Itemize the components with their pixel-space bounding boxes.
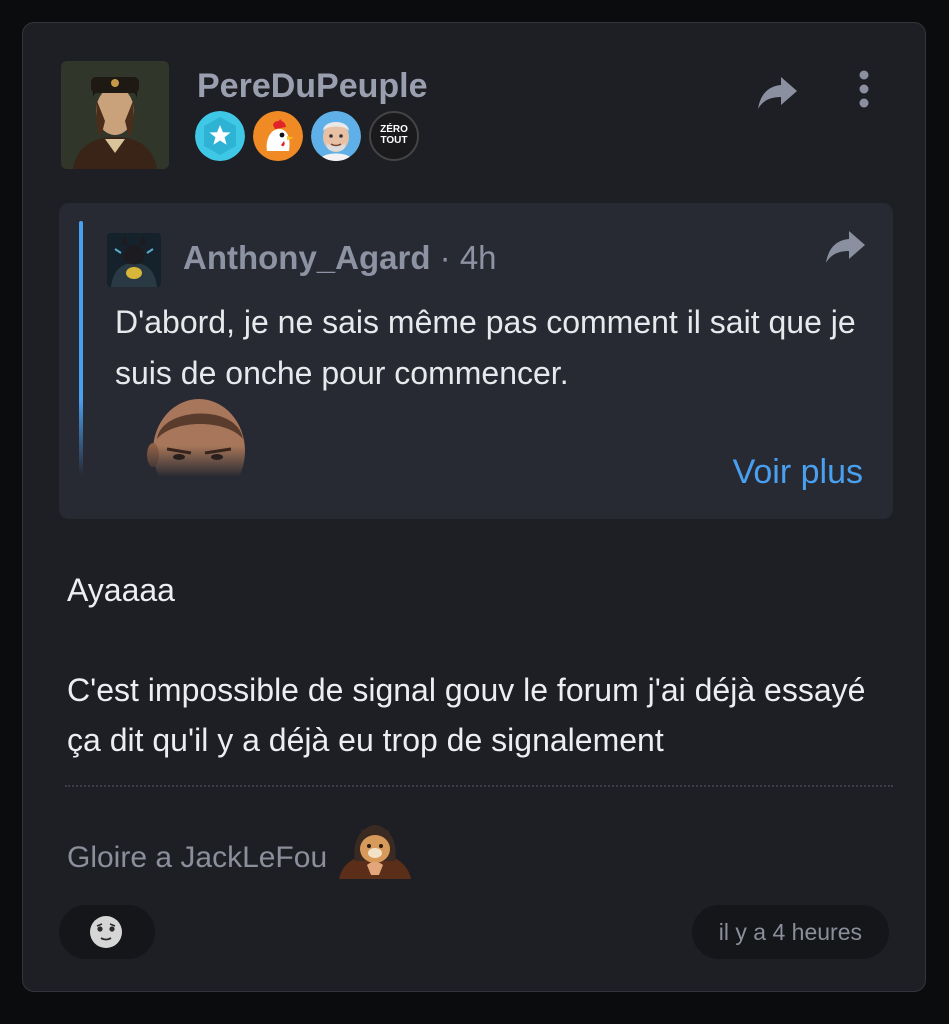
quote-author-line: Anthony_Agard · 4h — [183, 239, 497, 277]
share-quote-button[interactable] — [825, 229, 867, 265]
vertical-dots-icon — [859, 70, 869, 108]
post-card: PereDuPeuple ZÉRO TOUT Anthony_Agard · 4… — [22, 22, 926, 992]
author-avatar[interactable] — [61, 61, 169, 169]
quote-text: D'abord, je ne sais même pas comment il … — [115, 304, 856, 391]
star-badge[interactable] — [195, 111, 245, 161]
harold-badge[interactable] — [311, 111, 361, 161]
share-arrow-icon — [758, 77, 797, 109]
signature: Gloire a JackLeFou — [67, 825, 413, 887]
zero-tout-badge[interactable]: ZÉRO TOUT — [369, 111, 419, 161]
quote-author-avatar[interactable] — [107, 233, 161, 287]
share-post-button[interactable] — [757, 75, 799, 111]
post-paragraph: Ayaaaa — [67, 572, 175, 608]
quote-separator: · — [430, 239, 460, 276]
author-badges: ZÉRO TOUT — [195, 111, 419, 161]
quote-sticker-image — [147, 399, 247, 477]
quoted-message[interactable]: Anthony_Agard · 4h D'abord, je ne sais m… — [59, 203, 893, 519]
quote-time: 4h — [459, 239, 497, 276]
add-reaction-button[interactable] — [59, 905, 155, 959]
rooster-badge[interactable] — [253, 111, 303, 161]
emoji-face-icon — [90, 916, 122, 948]
signature-divider — [65, 785, 893, 787]
quote-accent-bar — [79, 221, 83, 475]
zero-tout-line1: ZÉRO — [380, 124, 408, 135]
quote-author-name[interactable]: Anthony_Agard — [183, 239, 431, 276]
signature-text: Gloire a JackLeFou — [67, 841, 328, 874]
post-paragraph: C'est impossible de signal gouv le forum… — [67, 672, 866, 758]
author-username[interactable]: PereDuPeuple — [197, 67, 428, 106]
see-more-link[interactable]: Voir plus — [733, 453, 863, 492]
share-arrow-icon — [826, 231, 865, 263]
post-body: Ayaaaa C'est impossible de signal gouv l… — [67, 565, 907, 765]
more-options-button[interactable] — [851, 69, 877, 113]
zero-tout-line2: TOUT — [380, 135, 408, 146]
signature-sticker-image — [337, 821, 413, 879]
post-timestamp: il y a 4 heures — [691, 905, 889, 959]
